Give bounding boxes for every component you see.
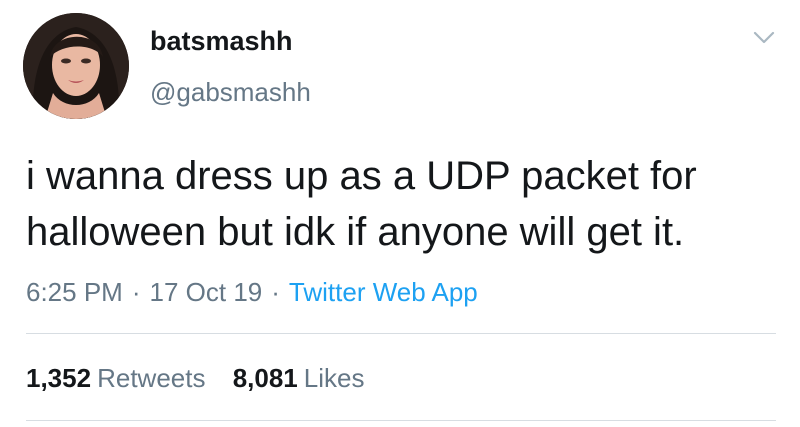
divider — [26, 420, 776, 421]
tweet-source-link[interactable]: Twitter Web App — [289, 277, 478, 307]
tweet-text-line: halloween but idk if anyone will get it. — [26, 210, 685, 254]
divider — [26, 333, 776, 334]
tweet-date[interactable]: 17 Oct 19 — [150, 277, 263, 307]
retweets-count: 1,352 — [26, 363, 92, 393]
likes-count: 8,081 — [232, 363, 298, 393]
likes-label: Likes — [303, 363, 365, 393]
meta-separator: · — [131, 277, 141, 307]
chevron-down-icon[interactable] — [752, 30, 776, 46]
retweets-label: Retweets — [97, 363, 206, 393]
tweet-meta: 6:25 PM · 17 Oct 19 · Twitter Web App — [26, 277, 478, 308]
tweet-text: i wanna dress up as a UDP packet for hal… — [26, 148, 786, 260]
tweet-stats: 1,352 Retweets 8,081 Likes — [26, 363, 384, 394]
avatar-image — [23, 13, 129, 119]
avatar[interactable] — [23, 13, 129, 119]
tweet-text-line: i wanna dress up as a UDP packet for — [26, 154, 697, 198]
user-handle[interactable]: @gabsmashh — [150, 77, 311, 108]
likes-stat[interactable]: 8,081 Likes — [233, 363, 365, 394]
retweets-stat[interactable]: 1,352 Retweets — [26, 363, 205, 394]
meta-separator: · — [271, 277, 280, 307]
display-name[interactable]: batsmashh — [150, 26, 293, 57]
tweet-time[interactable]: 6:25 PM — [26, 277, 123, 307]
